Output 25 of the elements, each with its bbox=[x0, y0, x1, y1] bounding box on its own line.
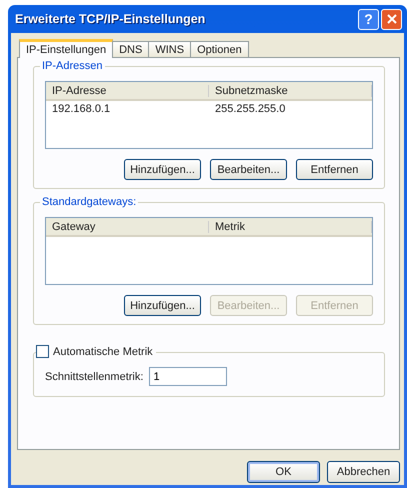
table-cell-text: 255.255.255.0 bbox=[214, 103, 286, 115]
field-label: Schnittstellenmetrik: bbox=[45, 370, 144, 382]
tab[interactable]: DNS bbox=[112, 41, 150, 57]
action-button[interactable]: Hinzufügen... bbox=[124, 295, 201, 316]
tab[interactable]: Optionen bbox=[190, 41, 249, 57]
column-header[interactable]: Gateway bbox=[46, 220, 209, 232]
checkbox[interactable] bbox=[36, 345, 49, 358]
tab[interactable]: IP-Einstellungen bbox=[19, 39, 114, 58]
close-icon bbox=[386, 14, 396, 24]
close-button[interactable] bbox=[381, 8, 402, 30]
column-header[interactable]: Subnetzmaske bbox=[209, 84, 372, 96]
metric-field[interactable]: 1 bbox=[149, 367, 228, 386]
action-button[interactable]: Hinzufügen... bbox=[124, 159, 201, 180]
action-button[interactable]: Entfernen bbox=[296, 159, 373, 180]
column-header[interactable]: IP-Adresse bbox=[46, 84, 209, 96]
window-title: Erweiterte TCP/IP-Einstellungen bbox=[15, 12, 206, 26]
action-button[interactable]: Bearbeiten... bbox=[210, 159, 287, 180]
cancel-button[interactable]: Abbrechen bbox=[327, 461, 400, 483]
column-header[interactable]: Metrik bbox=[209, 220, 372, 232]
ok-button[interactable]: OK bbox=[247, 461, 320, 483]
tab[interactable]: WINS bbox=[148, 41, 192, 57]
table-cell-text: 192.168.0.1 bbox=[51, 103, 112, 115]
help-button[interactable]: ? bbox=[358, 8, 379, 30]
group-title: Standardgateways: bbox=[40, 196, 138, 208]
group-title: IP-Adressen bbox=[40, 60, 105, 72]
